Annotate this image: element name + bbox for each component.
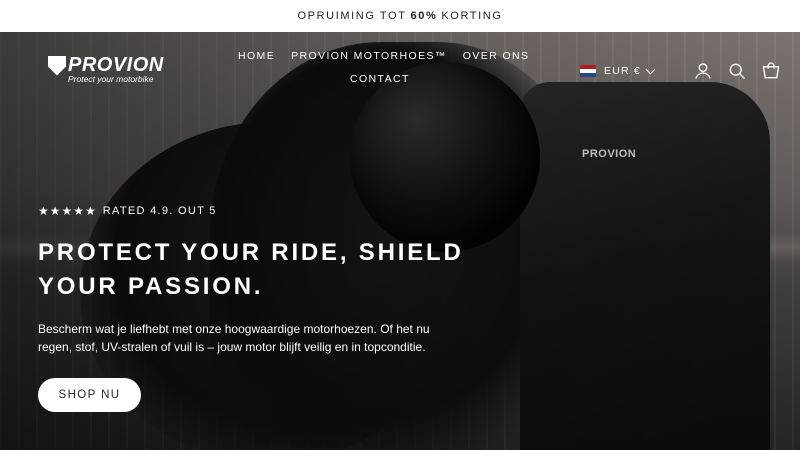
main-nav: HOME PROVION MOTORHOES™ OVER ONS CONTACT xyxy=(238,50,538,85)
rating-text: RATED 4.9. OUT 5 xyxy=(102,205,217,217)
hero-content: ★★★★★ RATED 4.9. OUT 5 PROTECT YOUR RIDE… xyxy=(38,204,478,356)
cover-brand-label: PROVION xyxy=(582,148,637,160)
cart-icon[interactable] xyxy=(760,60,782,82)
announcement-highlight: 60% xyxy=(410,10,438,22)
netherlands-flag-icon[interactable] xyxy=(580,65,596,77)
brand-tagline: Protect your motorbike xyxy=(68,74,154,84)
hero-headline-line2: YOUR PASSION. xyxy=(38,273,264,300)
search-icon[interactable] xyxy=(726,60,748,82)
hero-headline-line1: PROTECT YOUR RIDE, SHIELD xyxy=(38,239,464,266)
nav-contact[interactable]: CONTACT xyxy=(350,73,410,85)
shield-icon xyxy=(48,55,66,76)
brand-logo[interactable]: PROVION Protect your motorbike xyxy=(48,54,164,84)
nav-over-ons[interactable]: OVER ONS xyxy=(463,50,530,62)
account-icon[interactable] xyxy=(692,60,714,82)
hero-description: Bescherm wat je liefhebt met onze hoogwa… xyxy=(38,322,430,354)
announcement-prefix: OPRUIMING TOT xyxy=(297,10,407,22)
site-header: PROVION Protect your motorbike HOME PROV… xyxy=(0,32,800,102)
header-actions: EUR € xyxy=(580,60,782,82)
currency-selector[interactable]: EUR € xyxy=(604,65,641,77)
announcement-suffix: KORTING xyxy=(441,10,503,22)
nav-home[interactable]: HOME xyxy=(238,50,275,62)
chevron-down-icon[interactable] xyxy=(645,64,656,74)
star-rating-icon: ★★★★★ xyxy=(38,204,97,218)
rating-row: ★★★★★ RATED 4.9. OUT 5 xyxy=(38,204,478,218)
shop-now-button[interactable]: SHOP NU xyxy=(38,378,141,412)
hero-headline: PROTECT YOUR RIDE, SHIELD YOUR PASSION. xyxy=(38,236,478,304)
nav-motorhoes[interactable]: PROVION MOTORHOES™ xyxy=(291,50,447,62)
announcement-bar: OPRUIMING TOT 60% KORTING xyxy=(0,0,800,32)
